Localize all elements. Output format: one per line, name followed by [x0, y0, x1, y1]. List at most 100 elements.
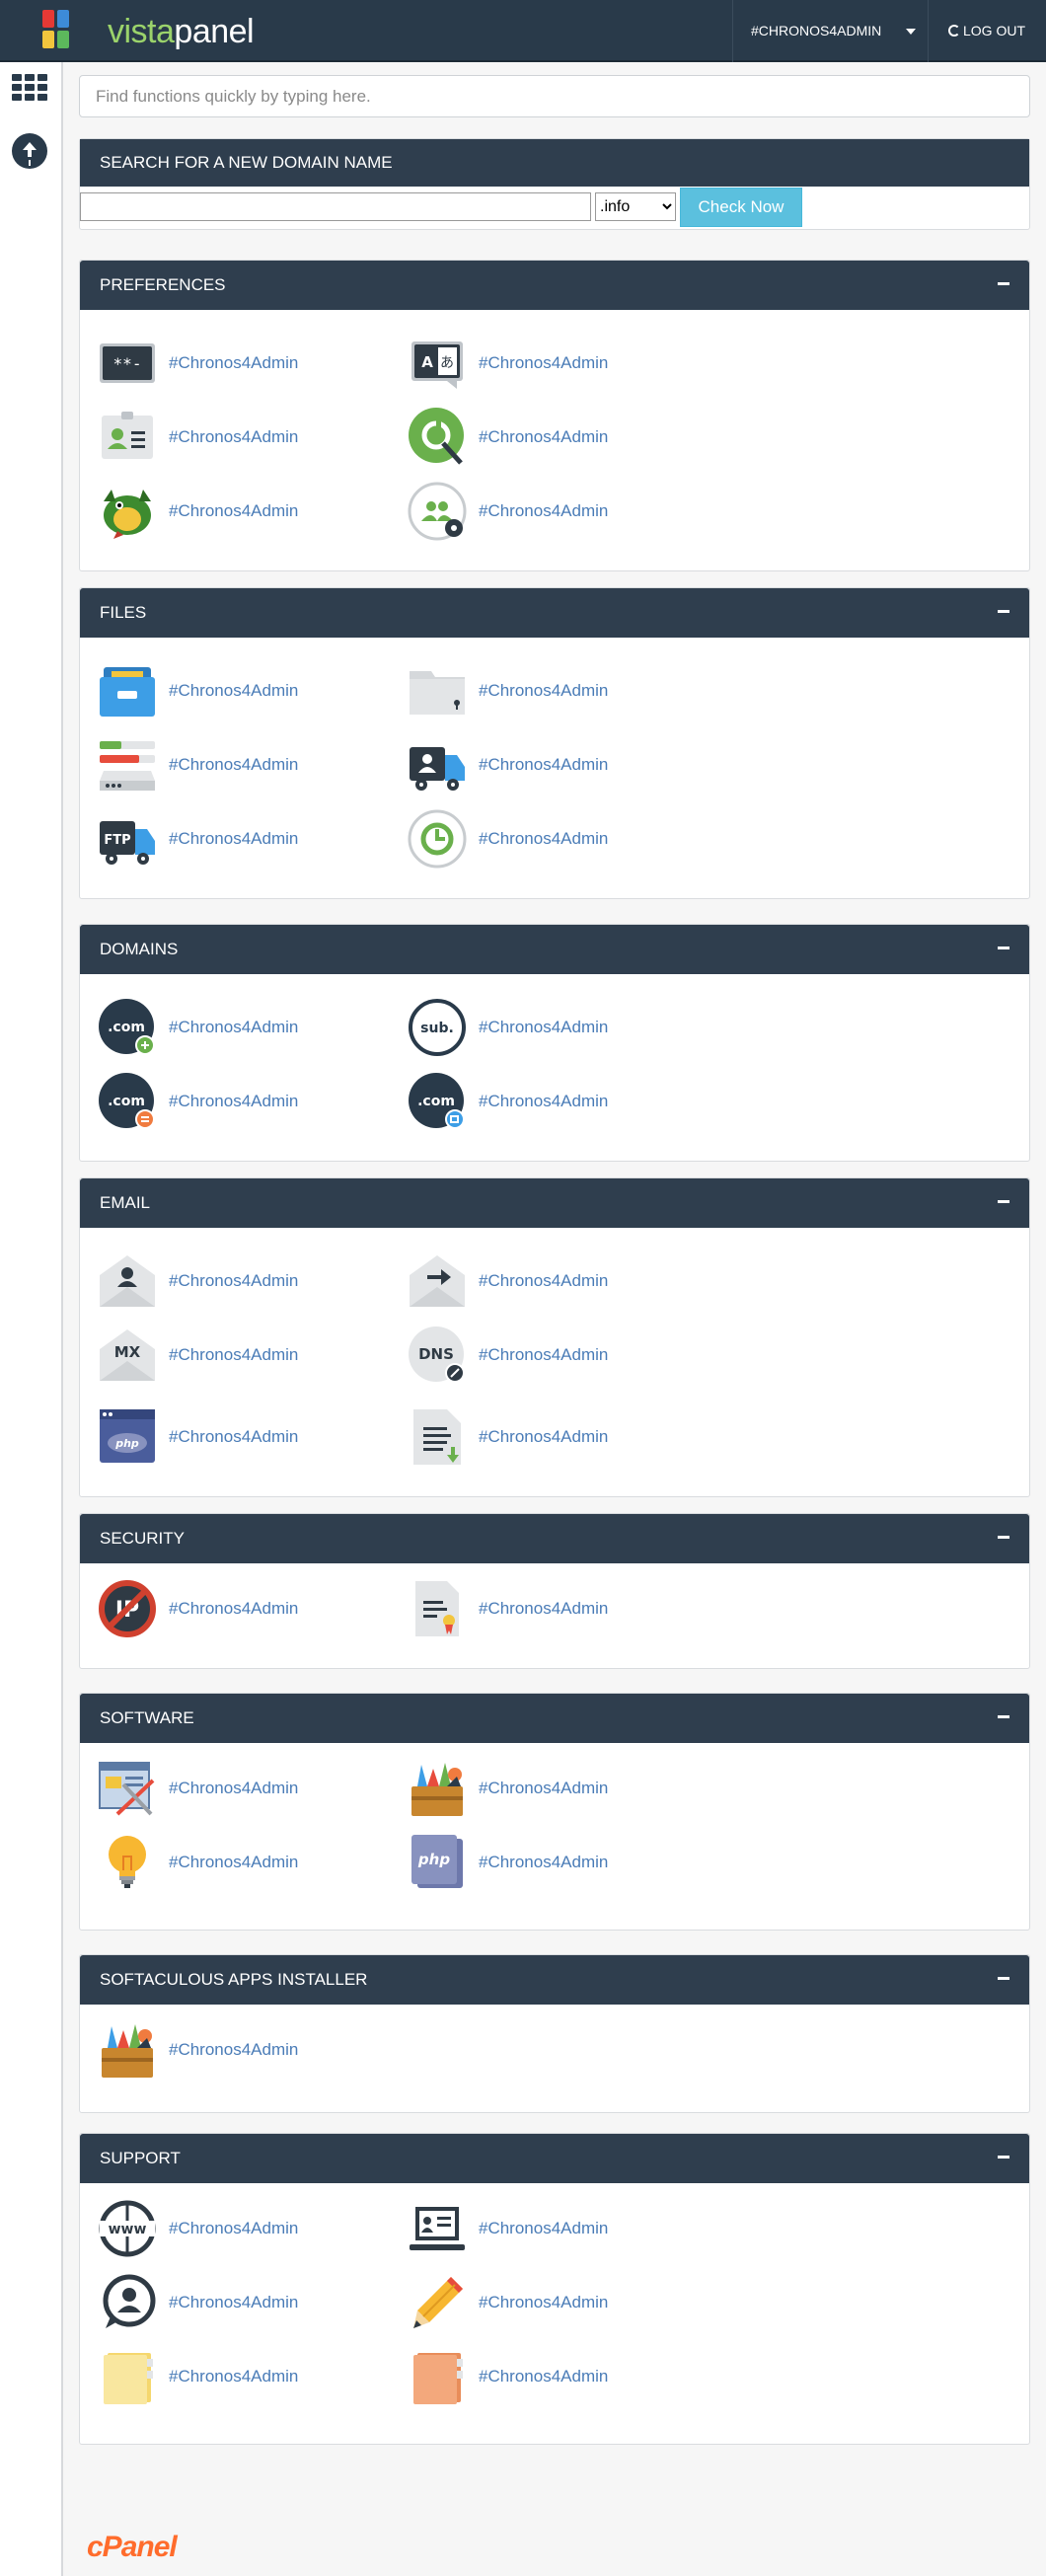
svg-text:あ: あ — [440, 355, 454, 371]
main-content: SEARCH FOR A NEW DOMAIN NAME .info Check… — [79, 75, 1030, 2445]
function-label: #Chronos4Admin — [479, 681, 609, 700]
svg-text:sub.: sub. — [420, 1021, 454, 1036]
vistapanel-logo[interactable]: vistapanel — [42, 10, 279, 53]
www-globe-icon: www — [99, 2200, 156, 2257]
upload-icon[interactable] — [12, 133, 47, 169]
function-label: #Chronos4Admin — [169, 1427, 299, 1446]
svg-text:php: php — [417, 1851, 450, 1868]
apps-grid-icon[interactable] — [12, 74, 47, 102]
tld-select[interactable]: .info — [595, 192, 676, 221]
collapse-icon[interactable] — [998, 1715, 1009, 1718]
function-label: #Chronos4Admin — [169, 2293, 299, 2311]
cpanel-logo[interactable]: cPanel — [87, 2531, 178, 2564]
chevron-down-icon — [906, 29, 916, 35]
panel-softaculous: SOFTACULOUS APPS INSTALLER #Chronos4Admi… — [79, 1954, 1030, 2113]
panel-title: PREFERENCES — [100, 275, 226, 294]
svg-text:php: php — [114, 1437, 139, 1450]
panel-title: DOMAINS — [100, 940, 179, 958]
softaculous-installer-icon — [102, 2024, 153, 2078]
collapse-icon[interactable] — [998, 2156, 1009, 2159]
function-label: #Chronos4Admin — [169, 1271, 299, 1290]
function-label: #Chronos4Admin — [479, 2219, 609, 2237]
function-label: #Chronos4Admin — [169, 501, 299, 520]
panel-title: SUPPORT — [100, 2149, 181, 2167]
function-label: #Chronos4Admin — [479, 1599, 609, 1618]
contact-info-icon — [102, 412, 153, 459]
collapse-icon[interactable] — [998, 947, 1009, 949]
panel-security: SECURITY IP #Chronos4Admin #Chronos4Admi… — [79, 1513, 1030, 1669]
function-label: #Chronos4Admin — [169, 1018, 299, 1036]
logo-square-green — [57, 31, 69, 48]
parked-domain-icon: .com — [99, 1073, 155, 1129]
function-label: #Chronos4Admin — [169, 427, 299, 446]
ip-blocker-icon: IP — [99, 1580, 156, 1637]
collapse-icon[interactable] — [998, 610, 1009, 613]
ftp-accounts-icon — [410, 747, 465, 791]
presentation-icon — [410, 2207, 465, 2250]
function-label: #Chronos4Admin — [169, 1599, 299, 1618]
dns-zone-icon: DNS — [409, 1326, 465, 1383]
logo-text: vistapanel — [108, 13, 255, 50]
panel-header-preferences[interactable]: PREFERENCES — [80, 261, 1029, 310]
softaculous-icon — [411, 1763, 463, 1816]
panel-title: SOFTACULOUS APPS INSTALLER — [100, 1970, 368, 1989]
ftp-connections-icon: FTP — [100, 821, 155, 865]
panel-title: SECURITY — [100, 1529, 185, 1548]
site-builder-icon — [99, 1762, 155, 1816]
pencil-icon — [413, 2277, 463, 2328]
svg-text:MX: MX — [114, 1343, 141, 1361]
orange-folder-icon — [413, 2353, 463, 2404]
dragon-icon — [104, 490, 151, 539]
email-accounts-icon — [100, 1255, 155, 1307]
user-menu[interactable]: #CHRONOS4ADMIN — [732, 0, 928, 62]
panel-header-email[interactable]: EMAIL — [80, 1178, 1029, 1228]
svg-text:www: www — [109, 2222, 147, 2237]
panel-header-files[interactable]: FILES — [80, 588, 1029, 638]
panel-support: SUPPORT www #Chronos4Admin #Chronos4Admi… — [79, 2133, 1030, 2445]
panel-header-security[interactable]: SECURITY — [80, 1514, 1029, 1563]
collapse-icon[interactable] — [998, 1200, 1009, 1203]
svg-text:.com: .com — [417, 1094, 455, 1109]
panel-header-software[interactable]: SOFTWARE — [80, 1694, 1029, 1743]
logo-square-red — [42, 10, 54, 28]
user-name: #CHRONOS4ADMIN — [751, 23, 882, 38]
php-version-icon: php — [411, 1835, 463, 1888]
domain-search-row: .info Check Now — [80, 187, 1029, 231]
function-label: #Chronos4Admin — [169, 353, 299, 372]
function-label: #Chronos4Admin — [479, 1427, 609, 1446]
check-now-button[interactable]: Check Now — [680, 188, 802, 227]
password-icon: **- — [100, 343, 155, 383]
collapse-icon[interactable] — [998, 282, 1009, 285]
panel-header-domains[interactable]: DOMAINS — [80, 925, 1029, 974]
function-label: #Chronos4Admin — [479, 1092, 609, 1110]
function-label: #Chronos4Admin — [169, 1779, 299, 1797]
directory-privacy-icon — [410, 671, 465, 715]
svg-text:A: A — [421, 353, 433, 371]
function-label: #Chronos4Admin — [169, 2219, 299, 2237]
collapse-icon[interactable] — [998, 1977, 1009, 1980]
function-label: #Chronos4Admin — [479, 1018, 609, 1036]
svg-text:.com: .com — [108, 1094, 145, 1109]
collapse-icon[interactable] — [998, 1536, 1009, 1539]
domain-search-panel: SEARCH FOR A NEW DOMAIN NAME .info Check… — [79, 138, 1030, 230]
panel-title: FILES — [100, 603, 147, 622]
panel-header-support[interactable]: SUPPORT — [80, 2134, 1029, 2183]
support-chat-icon — [103, 2274, 156, 2328]
panel-software: SOFTWARE #Chronos4Admin #Chronos4Admin #… — [79, 1693, 1030, 1931]
svg-text:FTP: FTP — [104, 833, 130, 848]
function-label: #Chronos4Admin — [169, 1853, 299, 1871]
panel-files: FILES #Chronos4Admin #Chronos4Admin #Chr… — [79, 587, 1030, 899]
function-search-input[interactable] — [79, 75, 1030, 117]
logout-button[interactable]: LOG OUT — [928, 0, 1046, 62]
logo-square-yellow — [42, 31, 54, 48]
ssl-certificate-icon — [415, 1581, 459, 1636]
function-label: #Chronos4Admin — [479, 501, 609, 520]
function-label: #Chronos4Admin — [169, 829, 299, 848]
panel-header-softaculous[interactable]: SOFTACULOUS APPS INSTALLER — [80, 1955, 1029, 2005]
stats-search-icon — [409, 408, 464, 465]
function-label: #Chronos4Admin — [479, 1779, 609, 1797]
disk-usage-icon — [100, 741, 155, 791]
php-config-icon: php — [100, 1409, 155, 1463]
function-label: #Chronos4Admin — [479, 1345, 609, 1364]
domain-name-input[interactable] — [80, 192, 591, 221]
